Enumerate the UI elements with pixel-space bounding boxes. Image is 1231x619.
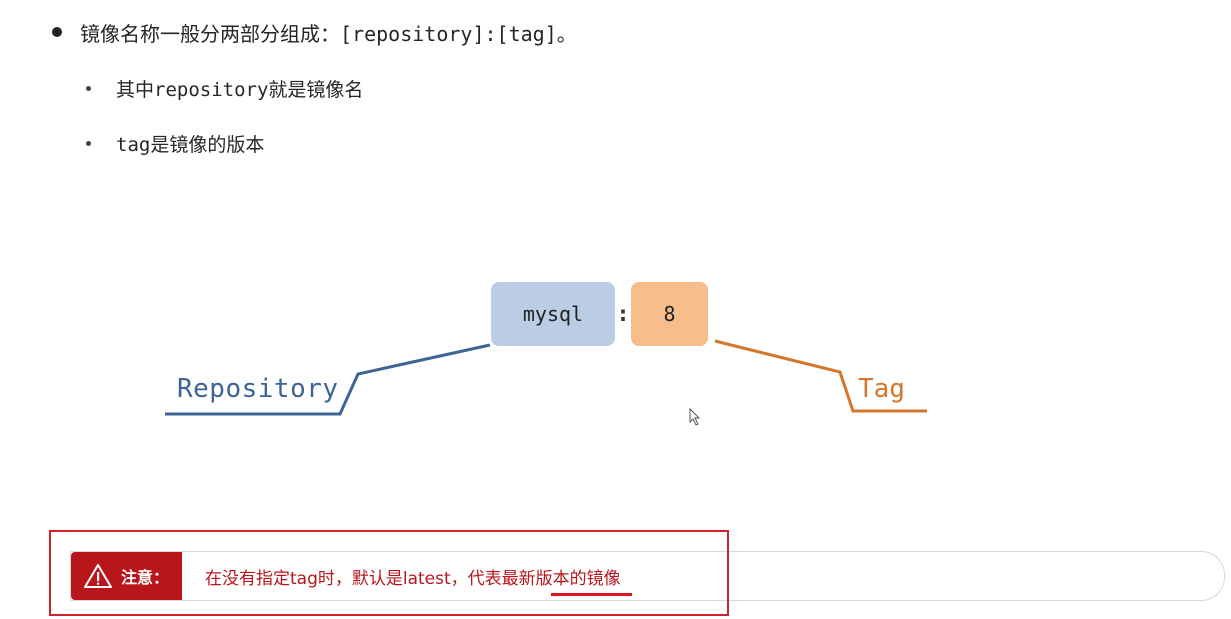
mouse-cursor-icon — [689, 408, 701, 426]
tag-box: 8 — [631, 282, 708, 346]
repository-label: Repository — [177, 374, 339, 404]
tag-label: Tag — [858, 374, 905, 404]
tag-value: 8 — [663, 302, 676, 326]
separator-colon: : — [616, 301, 630, 327]
repository-value: mysql — [522, 302, 584, 326]
repository-box: mysql — [491, 282, 615, 346]
highlight-frame — [49, 530, 729, 616]
